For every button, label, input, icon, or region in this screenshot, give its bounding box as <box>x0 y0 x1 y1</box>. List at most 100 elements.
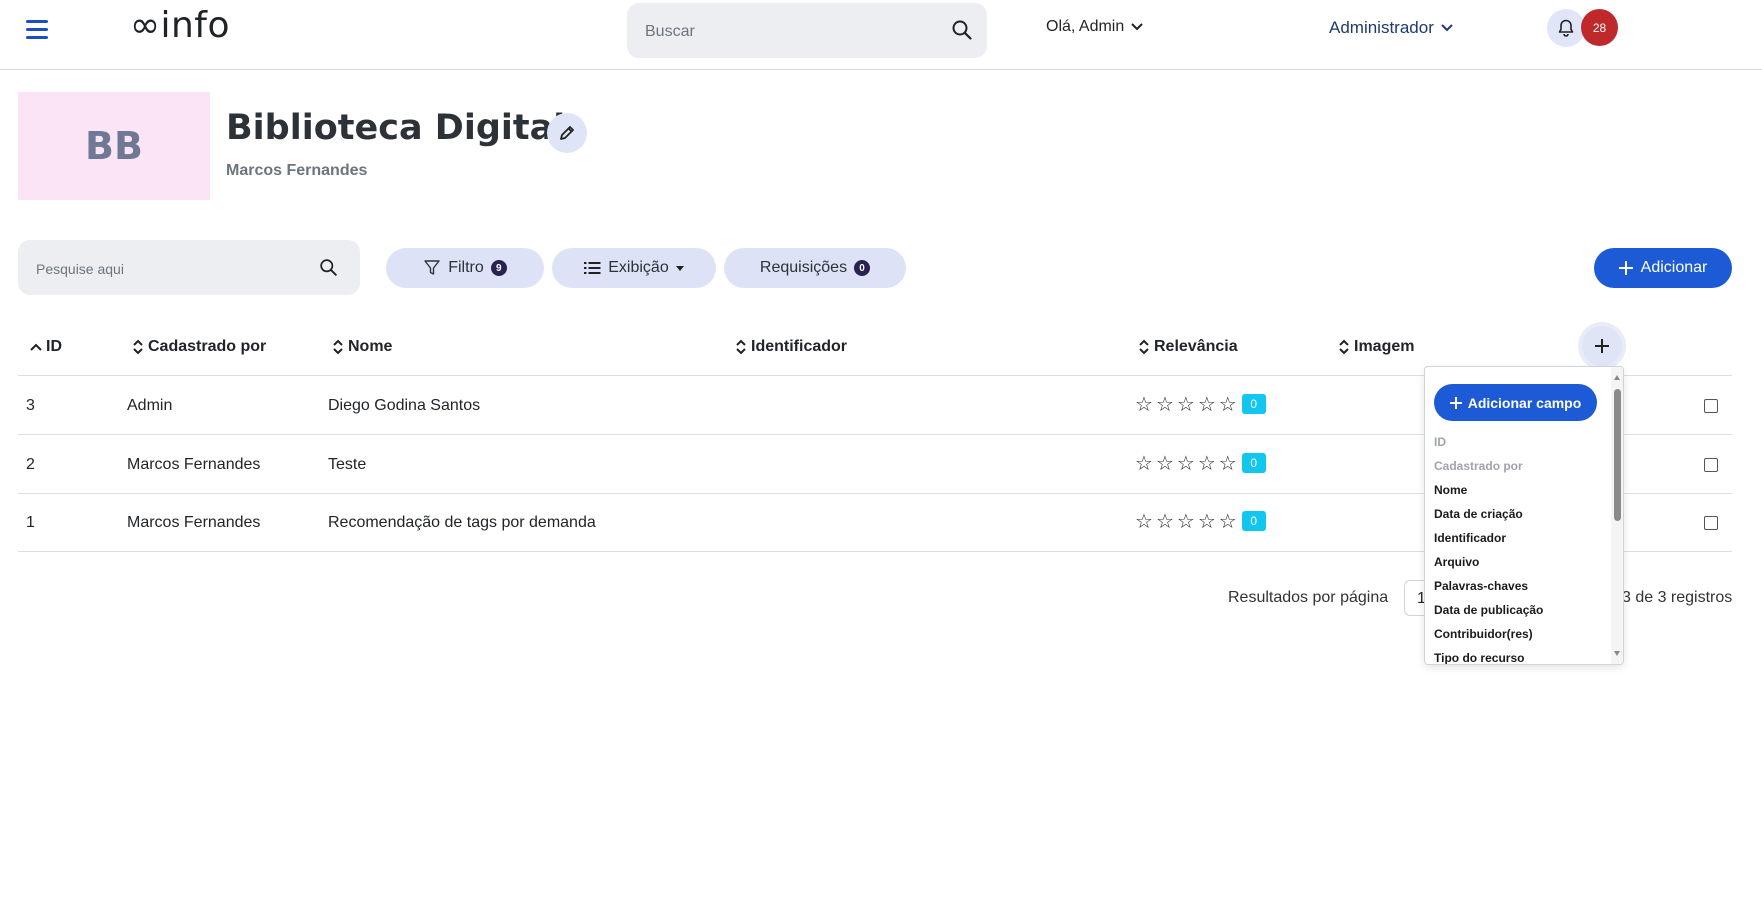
requests-button[interactable]: Requisições 0 <box>724 248 906 288</box>
sort-icon <box>1339 339 1349 355</box>
scroll-up-icon[interactable] <box>1614 375 1620 380</box>
row-checkbox[interactable] <box>1704 458 1718 472</box>
global-search <box>627 3 987 60</box>
filter-icon <box>424 260 440 275</box>
user-menu[interactable]: Olá, Admin <box>1046 18 1144 36</box>
field-option-cadastrado-por: Cadastrado por <box>1434 459 1523 473</box>
view-label: Exibição <box>608 259 669 276</box>
chevron-down-icon <box>1131 23 1143 31</box>
add-column-button[interactable] <box>1582 326 1622 366</box>
field-option-tipo-recurso[interactable]: Tipo do recurso <box>1434 651 1524 664</box>
hamburger-menu-icon[interactable] <box>26 20 48 40</box>
add-label: Adicionar <box>1640 259 1708 276</box>
requests-count-badge: 0 <box>854 260 871 276</box>
requests-label: Requisições <box>759 259 848 276</box>
star-icon[interactable]: ☆ <box>1135 511 1153 531</box>
field-option-palavras-chaves[interactable]: Palavras-chaves <box>1434 579 1528 593</box>
list-icon <box>584 262 601 274</box>
global-search-input[interactable] <box>643 3 937 60</box>
sort-icon <box>133 339 143 355</box>
star-icon[interactable]: ☆ <box>1135 453 1153 473</box>
row-checkbox[interactable] <box>1704 399 1718 413</box>
collection-thumbnail: BB <box>18 92 210 200</box>
column-header-nome[interactable]: Nome <box>332 338 392 356</box>
filter-label: Filtro <box>448 259 484 276</box>
search-icon[interactable] <box>951 19 973 46</box>
field-option-data-criacao[interactable]: Data de criação <box>1434 507 1523 521</box>
plus-icon <box>1618 261 1633 275</box>
filter-button[interactable]: Filtro 9 <box>386 248 544 288</box>
bell-icon <box>1558 19 1574 37</box>
star-icon[interactable]: ☆ <box>1198 394 1216 414</box>
filter-count-badge: 9 <box>490 260 507 276</box>
top-bar: ∞info Olá, Admin Administrador 28 <box>0 0 1762 70</box>
plus-icon <box>1595 339 1609 353</box>
list-search <box>18 240 360 297</box>
sort-icon <box>333 339 343 355</box>
role-label: Administrador <box>1329 18 1434 37</box>
relevance-badge: 0 <box>1241 394 1266 414</box>
cell-id: 2 <box>26 456 35 473</box>
star-icon[interactable]: ☆ <box>1156 453 1174 473</box>
app-logo[interactable]: ∞info <box>130 6 230 46</box>
records-count: 3 de 3 registros <box>1622 589 1733 606</box>
star-icon[interactable]: ☆ <box>1198 511 1216 531</box>
role-menu[interactable]: Administrador <box>1329 18 1454 38</box>
star-icon[interactable]: ☆ <box>1177 394 1195 414</box>
star-icon[interactable]: ☆ <box>1156 511 1174 531</box>
collection-author: Marcos Fernandes <box>226 162 368 179</box>
column-header-id[interactable]: ID <box>30 338 62 356</box>
cell-nome[interactable]: Teste <box>328 456 366 474</box>
star-icon[interactable]: ☆ <box>1219 394 1237 414</box>
sort-icon <box>1139 339 1149 355</box>
star-icon[interactable]: ☆ <box>1219 511 1237 531</box>
per-page-label: Resultados por página <box>1228 589 1389 606</box>
cell-id: 3 <box>26 397 35 414</box>
star-icon[interactable]: ☆ <box>1135 394 1153 414</box>
column-header-imagem[interactable]: Imagem <box>1338 338 1414 356</box>
sort-icon <box>736 339 746 355</box>
star-icon[interactable]: ☆ <box>1177 453 1195 473</box>
sort-asc-icon <box>30 343 42 351</box>
column-header-identificador[interactable]: Identificador <box>735 338 847 356</box>
add-field-button[interactable]: Adicionar campo <box>1434 384 1597 421</box>
star-icon[interactable]: ☆ <box>1156 394 1174 414</box>
field-option-id: ID <box>1434 435 1446 449</box>
column-header-cadastrado-por[interactable]: Cadastrado por <box>132 338 266 356</box>
search-icon[interactable] <box>319 258 338 282</box>
cell-cadastrado-por: Marcos Fernandes <box>127 514 261 531</box>
edit-collection-button[interactable] <box>547 113 587 153</box>
field-option-data-publicacao[interactable]: Data de publicação <box>1434 603 1543 617</box>
star-icon[interactable]: ☆ <box>1177 511 1195 531</box>
cell-cadastrado-por: Marcos Fernandes <box>127 456 261 473</box>
plus-icon <box>1449 396 1462 409</box>
star-icon[interactable]: ☆ <box>1198 453 1216 473</box>
caret-down-icon <box>675 265 684 271</box>
dropdown-scrollbar[interactable] <box>1611 367 1623 664</box>
scroll-thumb[interactable] <box>1614 389 1621 521</box>
star-icon[interactable]: ☆ <box>1219 453 1237 473</box>
notifications-button[interactable] <box>1547 9 1585 47</box>
scroll-down-icon[interactable] <box>1614 651 1620 656</box>
page-title: Biblioteca Digital <box>226 108 566 148</box>
collection-initials: BB <box>85 124 143 168</box>
field-option-identificador[interactable]: Identificador <box>1434 531 1506 545</box>
rating-stars[interactable]: ☆ ☆ ☆ ☆ ☆ 0 <box>1135 394 1266 414</box>
notification-count-badge[interactable]: 28 <box>1581 9 1618 46</box>
field-option-contribuidores[interactable]: Contribuidor(res) <box>1434 627 1533 641</box>
cell-nome[interactable]: Diego Godina Santos <box>328 397 480 415</box>
add-field-dropdown: Adicionar campo ID Cadastrado por Nome D… <box>1424 366 1624 665</box>
list-search-input[interactable] <box>34 240 308 297</box>
cell-id: 1 <box>26 514 35 531</box>
row-checkbox[interactable] <box>1704 516 1718 530</box>
field-option-nome[interactable]: Nome <box>1434 483 1467 497</box>
field-option-arquivo[interactable]: Arquivo <box>1434 555 1479 569</box>
relevance-badge: 0 <box>1241 511 1266 531</box>
view-button[interactable]: Exibição <box>552 248 716 288</box>
rating-stars[interactable]: ☆ ☆ ☆ ☆ ☆ 0 <box>1135 511 1266 531</box>
add-button[interactable]: Adicionar <box>1594 248 1732 288</box>
column-header-relevancia[interactable]: Relevância <box>1138 338 1238 356</box>
cell-nome[interactable]: Recomendação de tags por demanda <box>328 514 596 532</box>
logo-text: ∞info <box>130 5 231 46</box>
rating-stars[interactable]: ☆ ☆ ☆ ☆ ☆ 0 <box>1135 453 1266 473</box>
